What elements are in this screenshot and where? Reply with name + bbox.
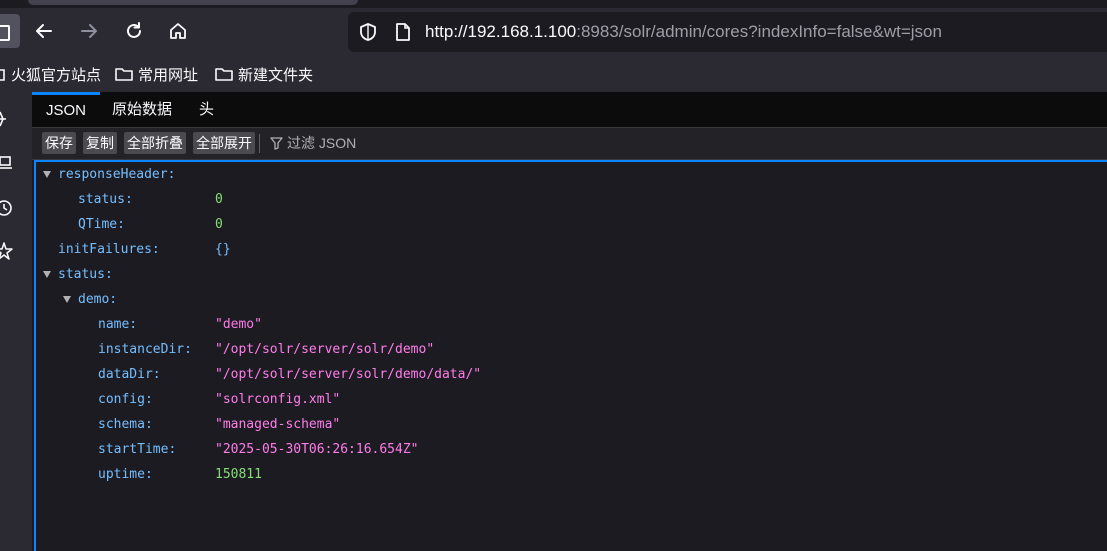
expand-all-button[interactable]: 全部展开 xyxy=(193,132,255,154)
json-row-responseheader[interactable]: responseHeader: xyxy=(36,162,1107,187)
json-key: initFailures: xyxy=(58,242,160,257)
arrow-left-icon xyxy=(36,24,52,38)
json-key: dataDir: xyxy=(98,367,161,382)
json-row-starttime[interactable]: startTime: "2025-05-30T06:26:16.654Z" xyxy=(36,437,1107,462)
filter-json-input[interactable]: 过滤 JSON xyxy=(270,132,356,154)
json-value: "/opt/solr/server/solr/demo/data/" xyxy=(215,367,482,382)
json-key: schema: xyxy=(98,417,153,432)
expand-toggle-icon[interactable] xyxy=(43,271,51,278)
json-row-schema[interactable]: schema: "managed-schema" xyxy=(36,412,1107,437)
json-value: {} xyxy=(215,242,231,257)
json-key: responseHeader: xyxy=(58,167,176,182)
json-key: uptime: xyxy=(98,467,153,482)
synced-tabs-icon[interactable] xyxy=(0,155,14,173)
json-key: QTime: xyxy=(78,217,125,232)
json-row-datadir[interactable]: dataDir: "/opt/solr/server/solr/demo/dat… xyxy=(36,362,1107,387)
navigation-bar: http://192.168.1.100:8983/solr/admin/cor… xyxy=(0,8,1107,56)
folder-icon xyxy=(115,68,133,81)
forward-button[interactable] xyxy=(72,14,106,48)
home-icon xyxy=(170,23,186,39)
save-button[interactable]: 保存 xyxy=(42,132,76,154)
sidebar-toggle-icon[interactable] xyxy=(0,14,20,48)
json-key: demo: xyxy=(78,292,118,307)
json-value: "managed-schema" xyxy=(215,417,341,432)
json-value: 0 xyxy=(215,192,223,207)
json-value: 0 xyxy=(215,217,223,232)
copy-button[interactable]: 复制 xyxy=(83,132,117,154)
page-icon[interactable] xyxy=(394,22,412,42)
bookmarks-toolbar: 火狐官方站点 常用网址 新建文件夹 xyxy=(0,56,1107,92)
json-tree: responseHeader: status: 0 QTime: 0 initF… xyxy=(34,160,1107,551)
viewer-tabs: JSON 原始数据 头 xyxy=(32,92,1107,128)
json-value: "demo" xyxy=(215,317,262,332)
json-row-qtime[interactable]: QTime: 0 xyxy=(36,212,1107,237)
url-text[interactable]: http://192.168.1.100:8983/solr/admin/cor… xyxy=(425,22,942,42)
active-tab-edge[interactable] xyxy=(28,0,358,5)
shield-icon[interactable] xyxy=(358,22,378,42)
json-value: "/opt/solr/server/solr/demo" xyxy=(215,342,435,357)
json-value: "2025-05-30T06:26:16.654Z" xyxy=(215,442,419,457)
home-button[interactable] xyxy=(161,14,195,48)
folder-icon xyxy=(215,68,233,81)
history-icon[interactable] xyxy=(0,199,14,217)
expand-toggle-icon[interactable] xyxy=(63,296,71,303)
json-row-uptime[interactable]: uptime: 150811 xyxy=(36,462,1107,487)
viewer-toolbar: 保存 复制 全部折叠 全部展开 过滤 JSON xyxy=(32,128,1107,160)
bookmark-new-folder[interactable]: 新建文件夹 xyxy=(215,64,313,84)
url-path: :8983/solr/admin/cores?indexInfo=false&w… xyxy=(576,22,942,41)
bookmark-common-sites[interactable]: 常用网址 xyxy=(115,64,198,84)
folder-icon xyxy=(0,69,5,81)
json-key: config: xyxy=(98,392,153,407)
json-key: instanceDir: xyxy=(98,342,192,357)
url-bar[interactable]: http://192.168.1.100:8983/solr/admin/cor… xyxy=(348,12,1107,52)
tab-strip xyxy=(0,0,1107,8)
tab-raw-data[interactable]: 原始数据 xyxy=(112,92,172,127)
sidebar xyxy=(0,92,32,551)
bookmark-label: 火狐官方站点 xyxy=(11,66,102,84)
json-value: 150811 xyxy=(215,467,262,482)
json-key: name: xyxy=(98,317,138,332)
collapse-all-button[interactable]: 全部折叠 xyxy=(124,132,186,154)
ai-sparkle-icon[interactable] xyxy=(0,110,14,128)
json-key: status: xyxy=(78,192,133,207)
bookmarks-star-icon[interactable] xyxy=(0,242,14,260)
json-row-name[interactable]: name: "demo" xyxy=(36,312,1107,337)
filter-icon xyxy=(270,136,283,150)
expand-toggle-icon[interactable] xyxy=(43,171,51,178)
json-key: startTime: xyxy=(98,442,177,457)
json-row-status-root[interactable]: status: xyxy=(36,262,1107,287)
back-button[interactable] xyxy=(27,14,61,48)
json-viewer: JSON 原始数据 头 保存 复制 全部折叠 全部展开 过滤 JSON resp… xyxy=(32,92,1107,551)
json-row-instancedir[interactable]: instanceDir: "/opt/solr/server/solr/demo… xyxy=(36,337,1107,362)
json-row-initfailures[interactable]: initFailures: {} xyxy=(36,237,1107,262)
json-row-config[interactable]: config: "solrconfig.xml" xyxy=(36,387,1107,412)
url-host: http://192.168.1.100 xyxy=(425,22,577,41)
json-row-status[interactable]: status: 0 xyxy=(36,187,1107,212)
json-row-demo[interactable]: demo: xyxy=(36,287,1107,312)
filter-placeholder: 过滤 JSON xyxy=(287,135,357,151)
arrow-right-icon xyxy=(81,24,97,38)
bookmark-label: 常用网址 xyxy=(138,66,199,84)
bookmark-label: 新建文件夹 xyxy=(238,66,314,84)
bookmark-firefox-site[interactable]: 火狐官方站点 xyxy=(0,64,101,84)
reload-button[interactable] xyxy=(117,14,151,48)
reload-icon xyxy=(127,22,141,38)
json-value: "solrconfig.xml" xyxy=(215,392,341,407)
json-key: status: xyxy=(58,267,113,282)
tab-json[interactable]: JSON xyxy=(32,92,101,127)
toolbar-divider xyxy=(259,134,260,153)
tab-headers[interactable]: 头 xyxy=(199,92,214,127)
